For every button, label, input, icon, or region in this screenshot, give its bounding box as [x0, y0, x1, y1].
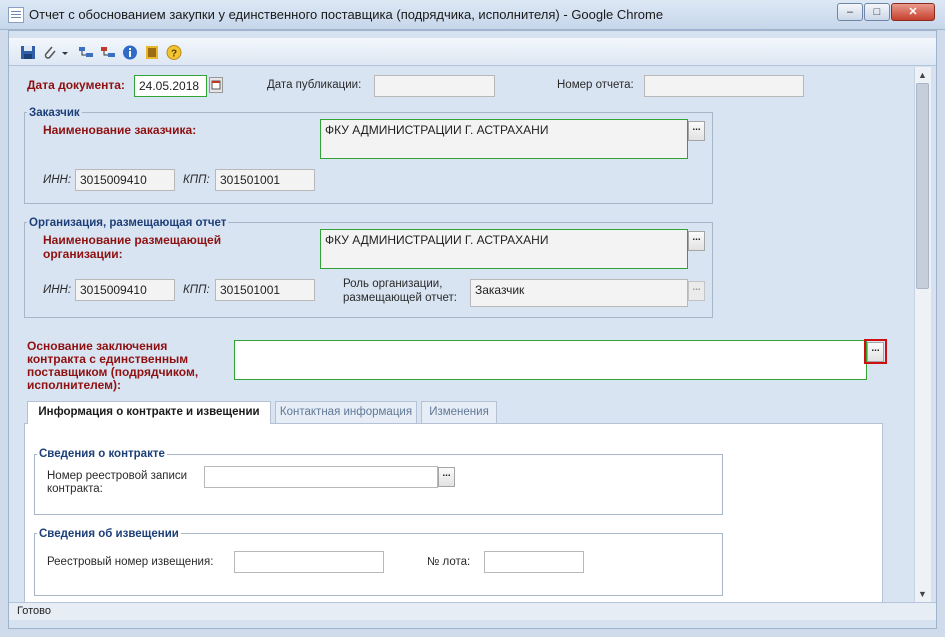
- customer-inn-label: ИНН:: [43, 174, 72, 186]
- org-inn-label: ИНН:: [43, 284, 72, 296]
- book-icon[interactable]: [143, 44, 161, 61]
- customer-kpp-input[interactable]: 301501001: [215, 169, 315, 191]
- dropdown-arrow-icon[interactable]: [60, 44, 70, 61]
- scroll-up-arrow-icon[interactable]: ▲: [915, 68, 930, 82]
- save-icon[interactable]: [19, 44, 37, 61]
- lot-number-input[interactable]: [484, 551, 584, 573]
- customer-inn-input[interactable]: 3015009410: [75, 169, 175, 191]
- basis-select-button[interactable]: ...: [867, 342, 884, 362]
- customer-select-button[interactable]: ...: [688, 121, 705, 141]
- attach-icon[interactable]: [41, 44, 59, 61]
- basis-label-line3: поставщиком (подрядчиком,: [27, 365, 199, 379]
- app-icon: [8, 7, 24, 23]
- pub-date-input[interactable]: [374, 75, 495, 97]
- help-icon[interactable]: ?: [165, 44, 183, 61]
- contract-reg-label-line2: контракта:: [47, 483, 103, 495]
- org-role-input[interactable]: Заказчик: [470, 279, 688, 307]
- window-title: Отчет с обоснованием закупки у единствен…: [29, 7, 664, 22]
- org-name-input[interactable]: ФКУ АДМИНИСТРАЦИИ Г. АСТРАХАНИ: [320, 229, 688, 269]
- customer-group-title: Заказчик: [27, 107, 82, 119]
- notice-reg-input[interactable]: [234, 551, 384, 573]
- minimize-button[interactable]: –: [837, 3, 863, 21]
- basis-label-line1: Основание заключения: [27, 339, 168, 353]
- close-button[interactable]: ✕: [891, 3, 935, 21]
- doc-date-input[interactable]: 24.05.2018: [134, 75, 207, 97]
- lot-number-label: № лота:: [427, 556, 471, 568]
- pub-date-label: Дата публикации:: [267, 79, 362, 91]
- org-name-label-line1: Наименование размещающей: [43, 233, 222, 247]
- basis-input[interactable]: [234, 340, 867, 380]
- tree-expand-icon[interactable]: [77, 44, 95, 61]
- calendar-icon[interactable]: [209, 77, 223, 93]
- status-bar: Готово: [9, 602, 936, 620]
- doc-date-label: Дата документа:: [27, 78, 125, 92]
- org-select-button[interactable]: ...: [688, 231, 705, 251]
- org-role-label-line2: размещающей отчет:: [343, 292, 457, 304]
- org-kpp-input[interactable]: 301501001: [215, 279, 315, 301]
- svg-text:?: ?: [171, 49, 177, 60]
- contract-select-button[interactable]: ...: [438, 467, 455, 487]
- org-kpp-label: КПП:: [183, 284, 210, 296]
- scroll-thumb[interactable]: [916, 83, 929, 289]
- report-number-input[interactable]: [644, 75, 804, 97]
- basis-label-line4: исполнителем):: [27, 378, 121, 392]
- org-name-label-line2: организации:: [43, 247, 123, 261]
- org-inn-input[interactable]: 3015009410: [75, 279, 175, 301]
- contract-reg-input[interactable]: [204, 466, 438, 488]
- tab-changes[interactable]: Изменения: [421, 401, 497, 423]
- title-bar: Отчет с обоснованием закупки у единствен…: [0, 0, 945, 30]
- org-role-select-button[interactable]: ...: [688, 281, 705, 301]
- tab-contract-info[interactable]: Информация о контракте и извещении: [27, 401, 271, 424]
- basis-label-line2: контракта с единственным: [27, 352, 189, 366]
- status-text: Готово: [17, 605, 51, 617]
- customer-name-label: Наименование заказчика:: [43, 123, 197, 137]
- maximize-button[interactable]: □: [864, 3, 890, 21]
- tab-contact-info[interactable]: Контактная информация: [275, 401, 417, 423]
- org-role-label-line1: Роль организации,: [343, 278, 443, 290]
- notice-group-title: Сведения об извещении: [37, 528, 181, 540]
- contract-reg-label-line1: Номер реестровой записи: [47, 470, 188, 482]
- scroll-down-arrow-icon[interactable]: ▼: [915, 587, 930, 601]
- notice-reg-label: Реестровый номер извещения:: [47, 556, 214, 568]
- tree-collapse-icon[interactable]: [99, 44, 117, 61]
- organization-group-title: Организация, размещающая отчет: [27, 217, 229, 229]
- info-icon[interactable]: [121, 44, 139, 61]
- customer-name-input[interactable]: ФКУ АДМИНИСТРАЦИИ Г. АСТРАХАНИ: [320, 119, 688, 159]
- report-number-label: Номер отчета:: [557, 79, 634, 91]
- contract-group-title: Сведения о контракте: [37, 448, 167, 460]
- customer-kpp-label: КПП:: [183, 174, 210, 186]
